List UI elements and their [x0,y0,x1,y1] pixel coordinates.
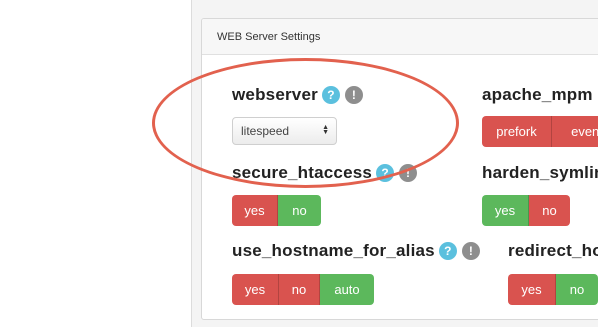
setting-label-use-hostname-for-alias: use_hostname_for_alias [232,241,435,260]
use-hostname-yes-button[interactable]: yes [232,274,279,305]
help-icon[interactable]: ? [376,164,395,182]
use-hostname-auto-button[interactable]: auto [320,274,374,305]
webserver-select[interactable]: litespeed ▲ ▼ [232,117,337,145]
setting-harden-symlinks: harden_symlin [482,163,598,183]
setting-label-webserver: webserver [232,85,318,104]
harden-symlinks-no-button[interactable]: no [529,195,570,226]
redirect-ho-toggle-group: yes no [508,274,598,305]
setting-use-hostname-for-alias: use_hostname_for_alias?! [232,241,480,261]
secure-htaccess-no-button[interactable]: no [278,195,321,226]
up-down-caret-icon: ▲ ▼ [322,124,329,136]
setting-secure-htaccess: secure_htaccess?! [232,163,418,183]
secure-htaccess-toggle-group: yes no [232,195,321,226]
apache-mpm-toggle-group: prefork event [482,116,598,147]
secure-htaccess-yes-button[interactable]: yes [232,195,278,226]
panel-title: WEB Server Settings [217,31,321,43]
setting-redirect-ho: redirect_ho [508,241,598,261]
apache-mpm-event-button[interactable]: event [552,116,598,147]
setting-label-secure-htaccess: secure_htaccess [232,163,373,182]
setting-apache-mpm: apache_mpm [482,85,593,105]
use-hostname-for-alias-toggle-group: yes no auto [232,274,374,305]
panel-heading: WEB Server Settings [202,19,598,55]
help-icon[interactable]: ? [321,86,340,104]
setting-label-harden-symlinks: harden_symlin [482,163,598,182]
use-hostname-no-button[interactable]: no [279,274,320,305]
harden-symlinks-toggle-group: yes no [482,195,570,226]
sidebar-background [0,0,192,327]
apache-mpm-prefork-button[interactable]: prefork [482,116,552,147]
setting-label-redirect-ho: redirect_ho [508,241,598,260]
info-icon[interactable]: ! [461,242,480,260]
info-icon[interactable]: ! [344,86,363,104]
redirect-ho-yes-button[interactable]: yes [508,274,556,305]
webserver-select-value: litespeed [241,124,290,138]
harden-symlinks-yes-button[interactable]: yes [482,195,529,226]
setting-label-apache-mpm: apache_mpm [482,85,593,104]
info-icon[interactable]: ! [399,164,418,182]
setting-webserver: webserver?! [232,85,363,105]
redirect-ho-no-button[interactable]: no [556,274,598,305]
help-icon[interactable]: ? [438,242,457,260]
